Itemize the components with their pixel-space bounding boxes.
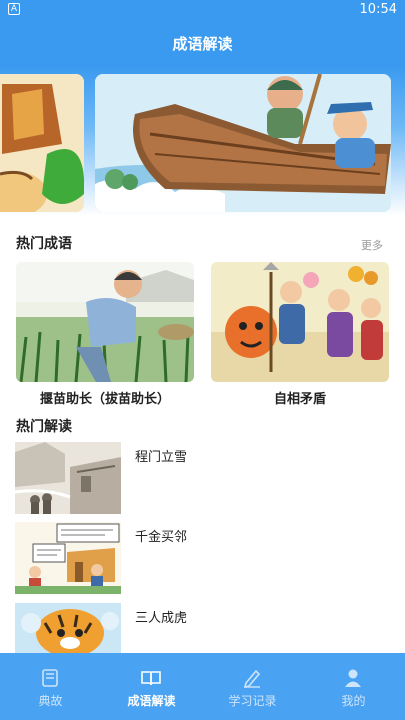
- read-image-comic: [15, 522, 121, 594]
- idiom-label: 自相矛盾: [273, 392, 326, 407]
- tab-label: 学习记录: [228, 694, 277, 708]
- tab-mine[interactable]: 我的: [303, 653, 404, 720]
- top-bar: 成语解读: [0, 20, 405, 66]
- open-book-icon: [141, 671, 161, 686]
- tab-study-records[interactable]: 学习记录: [202, 653, 303, 720]
- list-item[interactable]: 程门立雪: [15, 442, 390, 514]
- banner-illustration-left: [0, 74, 84, 212]
- idiom-image-market: [211, 262, 389, 382]
- pencil-icon: [243, 669, 261, 688]
- read-image-snow: [15, 442, 121, 514]
- read-title: 程门立雪: [135, 450, 188, 465]
- list-item[interactable]: 千金买邻: [15, 522, 390, 594]
- tab-label: 成语解读: [127, 694, 176, 708]
- tab-label: 典故: [38, 694, 63, 708]
- bottom-tab-bar: 典故 成语解读 学习记录 我的: [0, 653, 405, 720]
- tab-label: 我的: [341, 694, 366, 708]
- idiom-label: 揠苗助长（拔苗助长）: [39, 392, 170, 407]
- status-bar: A 10:54: [0, 0, 405, 20]
- read-title: 千金买邻: [135, 530, 188, 545]
- status-badge: A: [8, 3, 20, 15]
- status-time: 10:54: [359, 2, 397, 17]
- banner-illustration-boat: [95, 74, 391, 212]
- tab-stories[interactable]: 典故: [0, 653, 101, 720]
- book-icon: [42, 669, 58, 687]
- tab-idiom-interpretation[interactable]: 成语解读: [101, 653, 202, 720]
- user-icon: [345, 669, 361, 687]
- idiom-image-farmer: [16, 262, 194, 382]
- banner-carousel[interactable]: [0, 66, 405, 216]
- more-link[interactable]: 更多: [361, 237, 383, 253]
- page-title: 成语解读: [172, 35, 233, 53]
- idiom-card[interactable]: 揠苗助长（拔苗助长）: [16, 262, 194, 407]
- read-title: 三人成虎: [135, 611, 188, 626]
- hot-reads-title: 热门解读: [16, 419, 72, 435]
- banner-slide-previous[interactable]: [0, 74, 84, 212]
- hot-idioms-title: 热门成语: [16, 236, 72, 252]
- idiom-card[interactable]: 自相矛盾: [211, 262, 389, 407]
- banner-slide-current[interactable]: [95, 74, 391, 212]
